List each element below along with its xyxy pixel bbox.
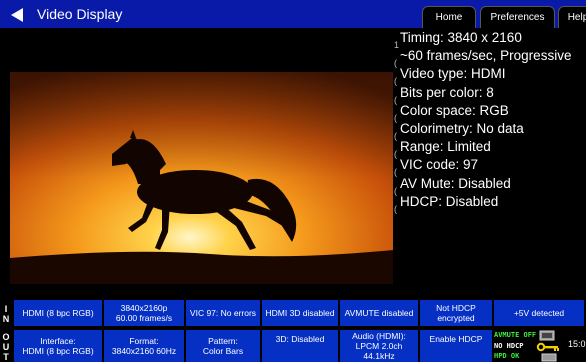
status-format-line1: 3840x2160p bbox=[120, 303, 168, 313]
info-frame-rate: ~60 frames/sec, Progressive bbox=[400, 48, 572, 64]
info-color-space: Color space: RGB bbox=[400, 102, 509, 118]
output-side-label: O U T bbox=[0, 332, 12, 362]
status-vic-text: VIC 97: No errors bbox=[189, 308, 257, 318]
pattern-button-value: Color Bars bbox=[202, 346, 244, 356]
info-mark: ( bbox=[394, 94, 397, 105]
interface-button-value: HDMI (8 bpc RGB) bbox=[22, 346, 94, 356]
audio-button-label: Audio (HDMI): bbox=[352, 331, 406, 341]
status-5v-text: +5V detected bbox=[513, 308, 565, 318]
status-hdcp-line1: Not HDCP bbox=[436, 303, 476, 313]
back-arrow-icon[interactable] bbox=[11, 8, 23, 22]
interface-button[interactable]: Interface: HDMI (8 bpc RGB) bbox=[14, 330, 102, 362]
tab-help[interactable]: Help bbox=[558, 6, 586, 28]
audio-button-rate: 44.1kHz bbox=[363, 351, 395, 361]
3d-button-label: 3D: Disabled bbox=[275, 334, 325, 344]
info-av-mute: AV Mute: Disabled bbox=[400, 175, 511, 191]
enable-hdcp-button[interactable]: Enable HDCP bbox=[420, 330, 492, 362]
info-mark: ( bbox=[394, 149, 397, 160]
info-bits-per-color: Bits per color: 8 bbox=[400, 84, 494, 100]
enable-hdcp-button-label: Enable HDCP bbox=[429, 334, 483, 344]
side-letter: I bbox=[4, 304, 8, 314]
info-panel-marks: 1 ( ( ( ( ( ( ( ( ( bbox=[394, 36, 399, 218]
status-hdcp-line2: encrypted bbox=[437, 313, 475, 323]
status-vic[interactable]: VIC 97: No errors bbox=[186, 300, 260, 326]
side-letter: O bbox=[2, 332, 10, 342]
side-letter: U bbox=[2, 342, 10, 352]
hdcp-key-lock-icon[interactable] bbox=[536, 330, 564, 362]
status-5v[interactable]: +5V detected bbox=[494, 300, 584, 326]
info-mark: 1 bbox=[394, 40, 400, 50]
status-format-line2: 60.00 frames/s bbox=[115, 313, 173, 323]
info-mark: ( bbox=[394, 203, 397, 214]
pattern-button-label: Pattern: bbox=[208, 336, 238, 346]
avmute-off-indicator: AVMUTE OFF bbox=[494, 331, 537, 339]
audio-button[interactable]: Audio (HDMI): LPCM 2.0ch 44.1kHz bbox=[340, 330, 418, 362]
status-hdcp[interactable]: Not HDCP encrypted bbox=[420, 300, 492, 326]
info-mark: ( bbox=[394, 112, 397, 123]
no-hdcp-indicator: NO HDCP bbox=[494, 341, 524, 350]
hpd-ok-indicator: HPD OK bbox=[494, 352, 520, 360]
info-mark: ( bbox=[394, 76, 397, 87]
info-mark: ( bbox=[394, 185, 397, 196]
status-3d[interactable]: HDMI 3D disabled bbox=[262, 300, 338, 326]
input-side-label: I N bbox=[0, 304, 12, 324]
tab-preferences[interactable]: Preferences bbox=[480, 6, 555, 28]
format-button-label: Format: bbox=[129, 336, 159, 346]
info-timing: Timing: 3840 x 2160 bbox=[400, 30, 522, 45]
clock: 15:0 bbox=[568, 339, 586, 349]
status-avmute-text: AVMUTE disabled bbox=[344, 308, 414, 318]
info-colorimetry: Colorimetry: No data bbox=[400, 120, 524, 136]
info-video-type: Video type: HDMI bbox=[400, 66, 506, 82]
info-mark: ( bbox=[394, 58, 397, 69]
status-avmute[interactable]: AVMUTE disabled bbox=[340, 300, 418, 326]
format-button-value: 3840x2160 60Hz bbox=[111, 346, 177, 356]
output-status-indicators: AVMUTE OFF NO HDCP HPD OK bbox=[494, 330, 536, 362]
status-interface[interactable]: HDMI (8 bpc RGB) bbox=[14, 300, 102, 326]
info-vic-code: VIC code: 97 bbox=[400, 157, 479, 173]
audio-button-format: LPCM 2.0ch bbox=[355, 341, 403, 351]
info-hdcp: HDCP: Disabled bbox=[400, 193, 499, 209]
side-letter: T bbox=[3, 352, 9, 362]
info-mark: ( bbox=[394, 131, 397, 142]
pattern-button[interactable]: Pattern: Color Bars bbox=[186, 330, 260, 362]
side-letter: N bbox=[2, 314, 10, 324]
info-mark: ( bbox=[394, 167, 397, 178]
status-3d-text: HDMI 3D disabled bbox=[265, 308, 335, 318]
format-button[interactable]: Format: 3840x2160 60Hz bbox=[104, 330, 184, 362]
info-range: Range: Limited bbox=[400, 139, 491, 155]
interface-button-label: Interface: bbox=[40, 336, 76, 346]
status-format[interactable]: 3840x2160p 60.00 frames/s bbox=[104, 300, 184, 326]
signal-info-list: Timing: 3840 x 2160 ~60 frames/sec, Prog… bbox=[400, 29, 571, 211]
status-interface-text: HDMI (8 bpc RGB) bbox=[22, 308, 94, 318]
page-title: Video Display bbox=[37, 6, 123, 22]
tab-home[interactable]: Home bbox=[422, 6, 476, 28]
horse-sunset-image bbox=[10, 72, 393, 284]
3d-button[interactable]: 3D: Disabled bbox=[262, 330, 338, 362]
